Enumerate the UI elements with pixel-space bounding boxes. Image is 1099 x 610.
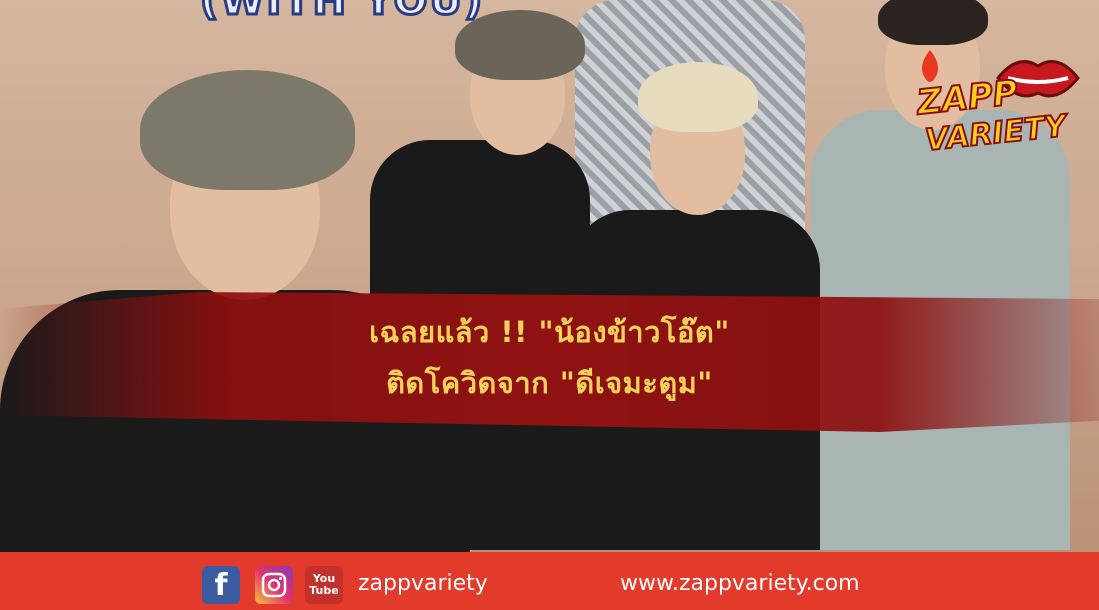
youtube-icon-bottom: Tube — [309, 584, 339, 597]
instagram-icon[interactable] — [255, 566, 293, 604]
facebook-icon-letter: f — [214, 567, 228, 603]
youtube-icon[interactable]: You Tube — [305, 566, 343, 604]
headline-line-1: เฉลยแล้ว !! "น้องข้าวโอ๊ต" — [369, 315, 730, 349]
website-url[interactable]: www.zappvariety.com — [620, 571, 860, 596]
facebook-icon[interactable]: f — [202, 566, 240, 604]
social-handle: zappvariety — [358, 571, 488, 596]
instagram-glyph-icon — [261, 572, 287, 598]
footer-bar: f You Tube zappvariety www.zappvariety.c… — [0, 552, 1099, 610]
headline-line-2: ติดโควิดจาก "ดีเจมะตูม" — [386, 366, 713, 400]
photo-header-text: (WITH YOU) — [198, 0, 485, 26]
zapp-variety-logo: ZAPP VARIETY — [905, 48, 1085, 163]
